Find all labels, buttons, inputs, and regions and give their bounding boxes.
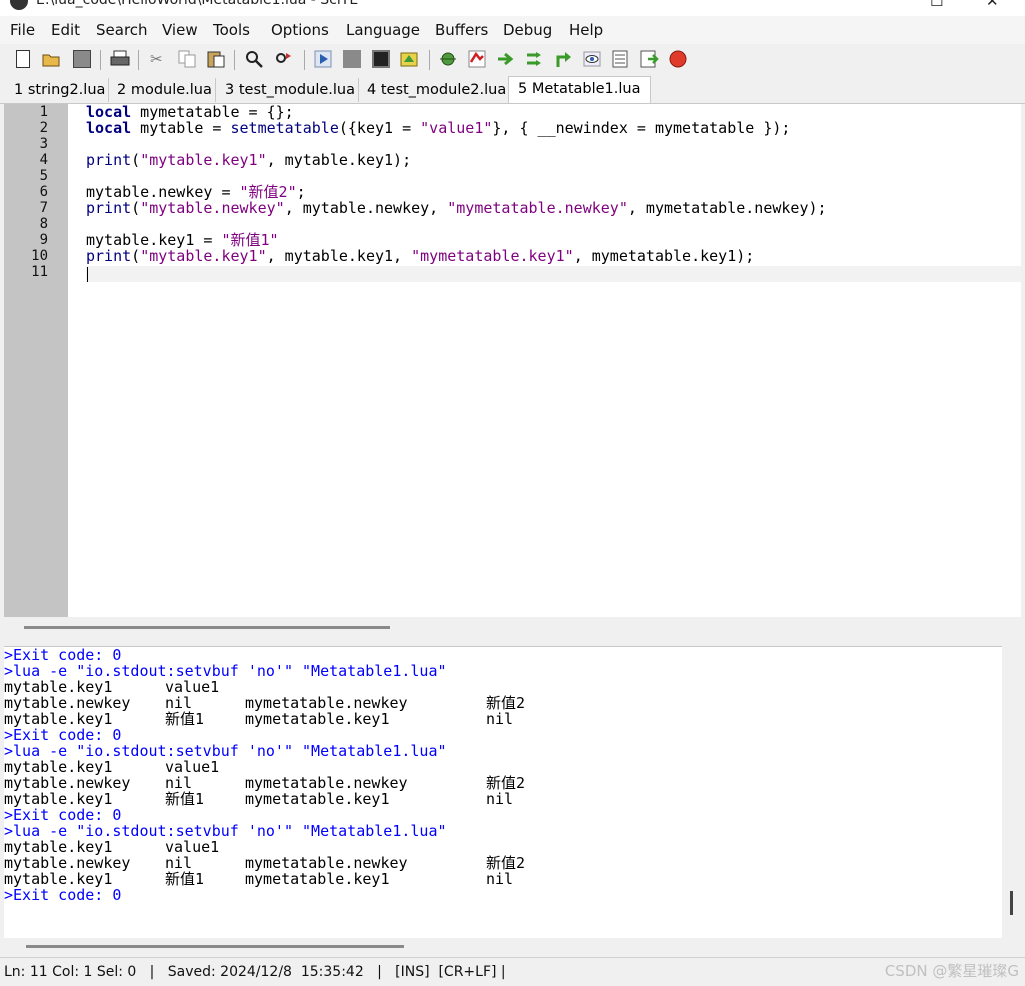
output-pane[interactable]: >Exit code: 0 >lua -e "io.stdout:setvbuf… (4, 646, 1002, 939)
build-icon[interactable] (400, 50, 418, 68)
menu-bar: File Edit Search View Tools Options Lang… (0, 16, 1025, 44)
code-line-10: print("mytable.key1", mytable.key1, "mym… (86, 247, 755, 265)
output-exit-line: >Exit code: 0 (4, 806, 122, 824)
line-number: 3 (39, 136, 48, 152)
menu-language[interactable]: Language (346, 21, 420, 39)
menu-options[interactable]: Options (271, 21, 329, 39)
code-editor[interactable]: 1 2 3 4 5 6 7 8 9 10 11 local mymetatabl… (4, 104, 1021, 617)
toolbar-separator (304, 50, 305, 70)
output-vertical-scrollbar[interactable] (1002, 646, 1021, 938)
line-number: 1 (39, 104, 48, 120)
step-icon[interactable] (468, 50, 486, 68)
line-number: 5 (39, 168, 48, 184)
scite-app-icon (10, 0, 28, 10)
output-command-line: >lua -e "io.stdout:setvbuf 'no'" "Metata… (4, 822, 447, 840)
line-number: 7 (39, 200, 48, 216)
menu-tools[interactable]: Tools (213, 21, 250, 39)
toolbar-separator (100, 50, 101, 70)
line-number: 10 (31, 248, 48, 264)
status-bar: Ln: 11 Col: 1 Sel: 0 | Saved: 2024/12/8 … (0, 957, 1025, 986)
menu-search[interactable]: Search (96, 21, 148, 39)
scrollbar-thumb[interactable] (1010, 891, 1013, 915)
cut-icon[interactable]: ✂ (150, 50, 168, 68)
tab-metatable1[interactable]: 5 Metatable1.lua (508, 76, 651, 103)
code-line-2: local mytable = setmetatable({key1 = "va… (86, 119, 791, 137)
toolbar-separator (138, 50, 139, 70)
tab-test-module[interactable]: 3 test_module.lua (222, 78, 359, 102)
code-line-1: local mymetatable = {}; (86, 104, 294, 121)
line-number-gutter: 1 2 3 4 5 6 7 8 9 10 11 (4, 104, 68, 617)
line-number: 8 (39, 216, 48, 232)
step-over-icon[interactable] (525, 50, 543, 68)
line-number: 6 (39, 184, 48, 200)
watermark: CSDN @繁星璀璨G (884, 962, 1019, 980)
title-bar: E:\lua_code\HelloWorld\Metatable1.lua - … (0, 0, 1025, 16)
output-command-line: >lua -e "io.stdout:setvbuf 'no'" "Metata… (4, 742, 447, 760)
text-caret (87, 267, 88, 282)
output-command-line: >lua -e "io.stdout:setvbuf 'no'" "Metata… (4, 662, 447, 680)
line-number: 4 (39, 152, 48, 168)
run-to-icon[interactable] (640, 50, 659, 68)
line-number: 9 (39, 232, 48, 248)
tab-bar: 1 string2.lua 2 module.lua 3 test_module… (0, 76, 1025, 104)
toolbar-separator (234, 50, 235, 70)
menu-buffers[interactable]: Buffers (435, 21, 488, 39)
print-icon[interactable] (110, 50, 130, 68)
line-number: 11 (31, 264, 48, 280)
code-line-9: mytable.key1 = "新值1" (86, 231, 279, 249)
debug-bug-icon[interactable] (439, 50, 457, 68)
menu-edit[interactable]: Edit (51, 21, 80, 39)
output-exit-line: >Exit code: 0 (4, 726, 122, 744)
terminal-icon[interactable] (372, 50, 390, 68)
code-line-4: print("mytable.key1", mytable.key1); (86, 151, 412, 169)
current-line-highlight (86, 266, 1021, 282)
scrollbar-thumb[interactable] (26, 945, 404, 948)
find-icon[interactable] (245, 50, 263, 68)
new-file-icon[interactable] (16, 50, 30, 68)
output-exit-line: >Exit code: 0 (4, 886, 122, 904)
menu-file[interactable]: File (10, 21, 35, 39)
menu-debug[interactable]: Debug (503, 21, 552, 39)
editor-horizontal-scrollbar[interactable] (4, 617, 1021, 641)
open-folder-icon[interactable] (42, 50, 60, 68)
menu-view[interactable]: View (162, 21, 198, 39)
code-line-7: print("mytable.newkey", mytable.newkey, … (86, 199, 827, 217)
stack-icon[interactable] (611, 50, 629, 68)
tab-string2[interactable]: 1 string2.lua (11, 78, 110, 102)
close-button[interactable]: ✕ (986, 0, 999, 10)
breakpoint-icon[interactable] (669, 50, 687, 68)
save-icon[interactable] (73, 50, 91, 68)
compile-icon[interactable] (314, 50, 332, 68)
scrollbar-thumb[interactable] (24, 626, 390, 629)
step-out-icon[interactable] (554, 50, 572, 68)
tab-module[interactable]: 2 module.lua (114, 78, 216, 102)
status-text: Ln: 11 Col: 1 Sel: 0 | Saved: 2024/12/8 … (4, 964, 506, 980)
toolbar-separator (429, 50, 430, 70)
code-line-6: mytable.newkey = "新值2"; (86, 183, 306, 201)
watch-icon[interactable] (583, 50, 601, 68)
tab-test-module2[interactable]: 4 test_module2.lua (364, 78, 511, 102)
toolbar: ✂ (0, 44, 1025, 76)
output-horizontal-scrollbar[interactable] (4, 938, 1021, 956)
output-exit-line: >Exit code: 0 (4, 646, 122, 664)
replace-icon[interactable] (274, 50, 292, 68)
maximize-button[interactable]: ☐ (930, 0, 943, 10)
copy-icon[interactable] (178, 50, 196, 68)
paste-icon[interactable] (206, 50, 225, 68)
window-title: E:\lua_code\HelloWorld\Metatable1.lua - … (36, 0, 359, 8)
menu-help[interactable]: Help (569, 21, 603, 39)
stop-icon[interactable] (343, 50, 361, 68)
line-number: 2 (39, 120, 48, 136)
step-into-icon[interactable] (497, 50, 515, 68)
